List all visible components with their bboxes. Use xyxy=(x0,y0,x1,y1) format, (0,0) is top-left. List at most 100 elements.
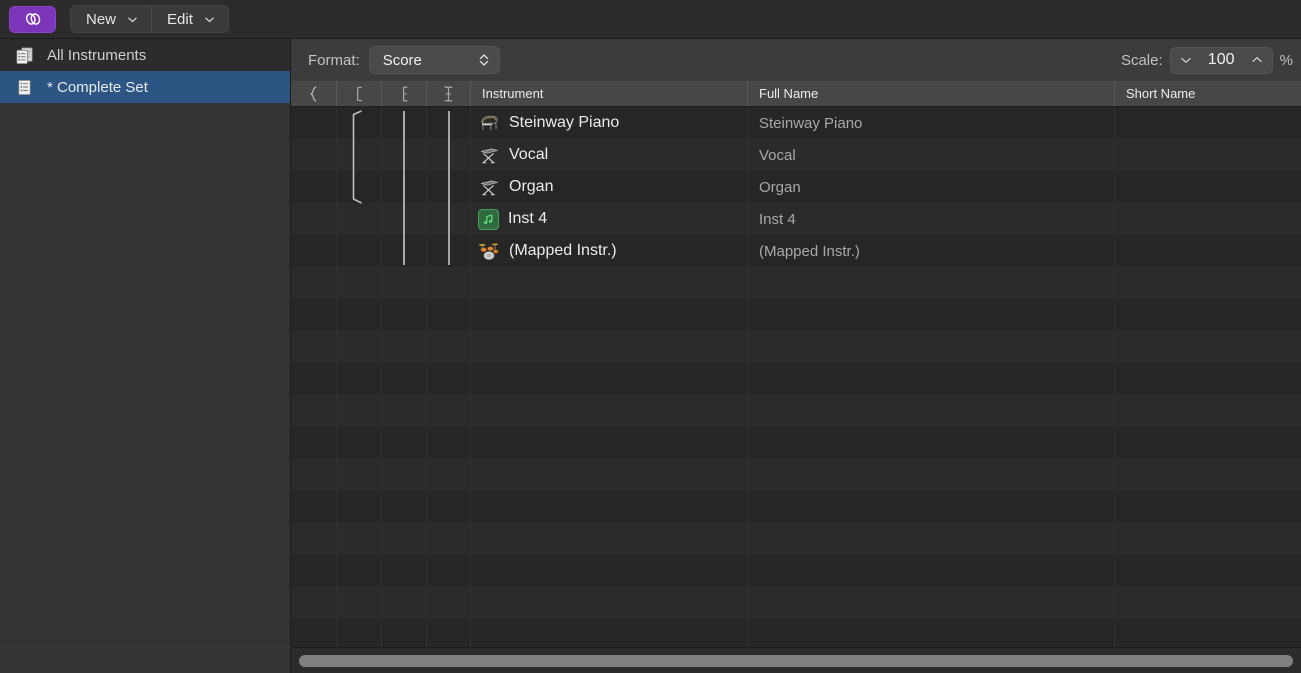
cell-instrument[interactable] xyxy=(470,523,747,555)
cell-barline2[interactable] xyxy=(426,523,470,555)
cell-brace[interactable] xyxy=(291,427,336,459)
cell-bracket[interactable] xyxy=(336,267,381,299)
cell-barline1[interactable] xyxy=(381,299,426,331)
cell-full_name[interactable]: Vocal xyxy=(747,139,1114,171)
cell-brace[interactable] xyxy=(291,235,336,267)
cell-barline2[interactable] xyxy=(426,107,470,139)
cell-instrument[interactable] xyxy=(470,363,747,395)
cell-barline2[interactable] xyxy=(426,491,470,523)
cell-barline2[interactable] xyxy=(426,139,470,171)
cell-barline2[interactable] xyxy=(426,267,470,299)
table-row-empty[interactable] xyxy=(291,331,1301,363)
column-header-full-name[interactable]: Full Name xyxy=(747,81,1114,106)
cell-instrument[interactable]: (Mapped Instr.) xyxy=(470,235,747,267)
column-header-barline-bracket[interactable] xyxy=(381,81,426,106)
column-header-brace[interactable] xyxy=(291,81,336,106)
table-row-empty[interactable] xyxy=(291,299,1301,331)
link-toggle-button[interactable] xyxy=(9,5,56,33)
table-row[interactable]: Inst 4 Inst 4 xyxy=(291,203,1301,235)
sidebar-item-all-instruments[interactable]: All Instruments xyxy=(0,39,290,71)
cell-brace[interactable] xyxy=(291,107,336,139)
table-row[interactable]: Organ Organ xyxy=(291,171,1301,203)
chevron-up-icon[interactable] xyxy=(1251,54,1263,66)
cell-barline1[interactable] xyxy=(381,171,426,203)
cell-barline1[interactable] xyxy=(381,523,426,555)
cell-bracket[interactable] xyxy=(336,555,381,587)
cell-barline1[interactable] xyxy=(381,555,426,587)
cell-barline1[interactable] xyxy=(381,427,426,459)
cell-brace[interactable] xyxy=(291,139,336,171)
horizontal-scrollbar[interactable] xyxy=(291,647,1301,673)
new-button[interactable]: New xyxy=(71,6,152,32)
table-row-empty[interactable] xyxy=(291,267,1301,299)
cell-short_name[interactable] xyxy=(1114,523,1301,555)
cell-bracket[interactable] xyxy=(336,427,381,459)
cell-instrument[interactable] xyxy=(470,267,747,299)
cell-short_name[interactable] xyxy=(1114,235,1301,267)
cell-barline1[interactable] xyxy=(381,587,426,619)
cell-bracket[interactable] xyxy=(336,331,381,363)
cell-bracket[interactable] xyxy=(336,523,381,555)
column-header-short-name[interactable]: Short Name xyxy=(1114,81,1301,106)
cell-barline2[interactable] xyxy=(426,395,470,427)
cell-instrument[interactable] xyxy=(470,299,747,331)
cell-full_name[interactable]: Organ xyxy=(747,171,1114,203)
column-header-instrument[interactable]: Instrument xyxy=(470,81,747,106)
cell-full_name[interactable]: Inst 4 xyxy=(747,203,1114,235)
cell-bracket[interactable] xyxy=(336,491,381,523)
cell-barline1[interactable] xyxy=(381,363,426,395)
cell-barline1[interactable] xyxy=(381,395,426,427)
cell-instrument[interactable] xyxy=(470,491,747,523)
cell-short_name[interactable] xyxy=(1114,203,1301,235)
cell-short_name[interactable] xyxy=(1114,427,1301,459)
cell-full_name[interactable] xyxy=(747,491,1114,523)
cell-brace[interactable] xyxy=(291,523,336,555)
cell-full_name[interactable]: (Mapped Instr.) xyxy=(747,235,1114,267)
cell-short_name[interactable] xyxy=(1114,555,1301,587)
cell-instrument[interactable]: Vocal xyxy=(470,139,747,171)
cell-full_name[interactable] xyxy=(747,299,1114,331)
chevron-down-icon[interactable] xyxy=(1180,54,1192,66)
cell-bracket[interactable] xyxy=(336,587,381,619)
cell-brace[interactable] xyxy=(291,171,336,203)
cell-bracket[interactable] xyxy=(336,203,381,235)
cell-bracket[interactable] xyxy=(336,363,381,395)
cell-short_name[interactable] xyxy=(1114,299,1301,331)
cell-short_name[interactable] xyxy=(1114,267,1301,299)
sidebar-item-complete-set[interactable]: * Complete Set xyxy=(0,71,290,103)
table-row-empty[interactable] xyxy=(291,459,1301,491)
table-row-empty[interactable] xyxy=(291,427,1301,459)
cell-full_name[interactable] xyxy=(747,363,1114,395)
cell-short_name[interactable] xyxy=(1114,139,1301,171)
cell-brace[interactable] xyxy=(291,491,336,523)
table-row-empty[interactable] xyxy=(291,363,1301,395)
cell-instrument[interactable]: Steinway Piano xyxy=(470,107,747,139)
cell-barline1[interactable] xyxy=(381,203,426,235)
table-row-empty[interactable] xyxy=(291,491,1301,523)
cell-short_name[interactable] xyxy=(1114,491,1301,523)
cell-instrument[interactable] xyxy=(470,331,747,363)
cell-short_name[interactable] xyxy=(1114,171,1301,203)
cell-bracket[interactable] xyxy=(336,235,381,267)
cell-short_name[interactable] xyxy=(1114,587,1301,619)
cell-full_name[interactable] xyxy=(747,555,1114,587)
cell-short_name[interactable] xyxy=(1114,459,1301,491)
column-header-bracket[interactable] xyxy=(336,81,381,106)
table-row-empty[interactable] xyxy=(291,587,1301,619)
cell-barline2[interactable] xyxy=(426,331,470,363)
cell-instrument[interactable] xyxy=(470,427,747,459)
cell-barline2[interactable] xyxy=(426,459,470,491)
cell-barline2[interactable] xyxy=(426,235,470,267)
cell-full_name[interactable] xyxy=(747,267,1114,299)
cell-barline1[interactable] xyxy=(381,267,426,299)
table-row-empty[interactable] xyxy=(291,395,1301,427)
cell-bracket[interactable] xyxy=(336,171,381,203)
cell-instrument[interactable] xyxy=(470,395,747,427)
cell-brace[interactable] xyxy=(291,299,336,331)
cell-barline2[interactable] xyxy=(426,587,470,619)
scale-value[interactable]: 100 xyxy=(1202,51,1241,69)
cell-brace[interactable] xyxy=(291,363,336,395)
cell-full_name[interactable] xyxy=(747,523,1114,555)
table-row-empty[interactable] xyxy=(291,523,1301,555)
cell-full_name[interactable] xyxy=(747,331,1114,363)
